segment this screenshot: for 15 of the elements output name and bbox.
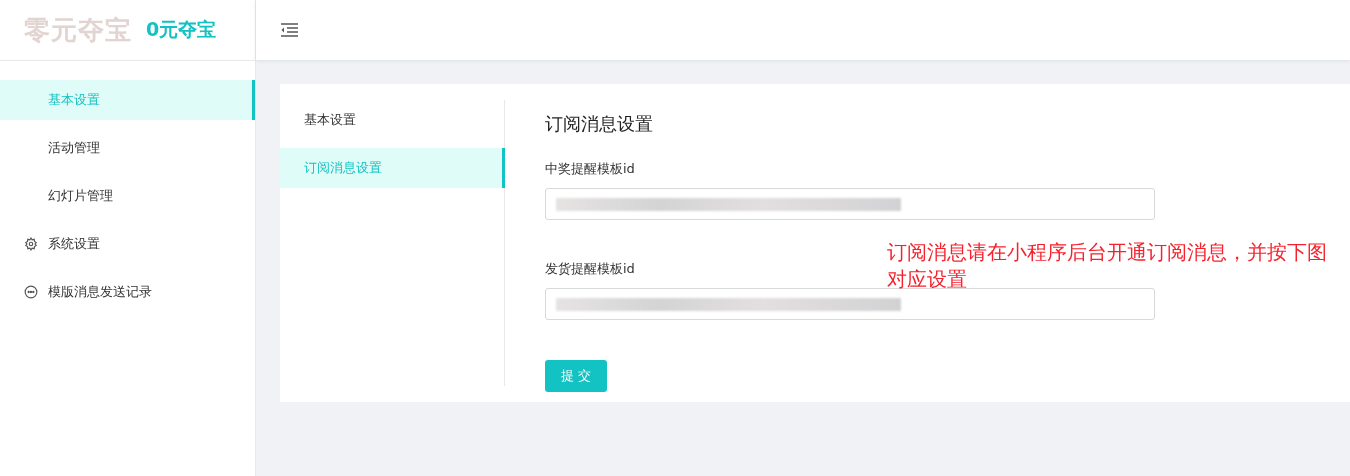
input-field[interactable] [545, 188, 1155, 220]
annotation-note: 订阅消息请在小程序后台开通订阅消息，并按下图对应设置 [887, 239, 1328, 293]
sidebar-item[interactable]: 系统设置 [0, 224, 255, 264]
app-title: 0元夺宝 [146, 17, 217, 42]
chat-icon [24, 285, 38, 299]
form-title: 订阅消息设置 [545, 112, 654, 136]
menu-fold-icon[interactable] [280, 23, 298, 37]
field-label: 中奖提醒模板id [545, 160, 636, 178]
settings-icon [24, 237, 38, 251]
settings-tab[interactable]: 基本设置 [280, 100, 505, 140]
input-field[interactable] [545, 288, 1155, 320]
sidebar-item[interactable]: 活动管理 [0, 128, 255, 168]
sidebar-item[interactable]: 模版消息发送记录 [0, 272, 255, 312]
sidebar-item[interactable]: 幻灯片管理 [0, 176, 255, 216]
field-label: 发货提醒模板id [545, 260, 636, 278]
